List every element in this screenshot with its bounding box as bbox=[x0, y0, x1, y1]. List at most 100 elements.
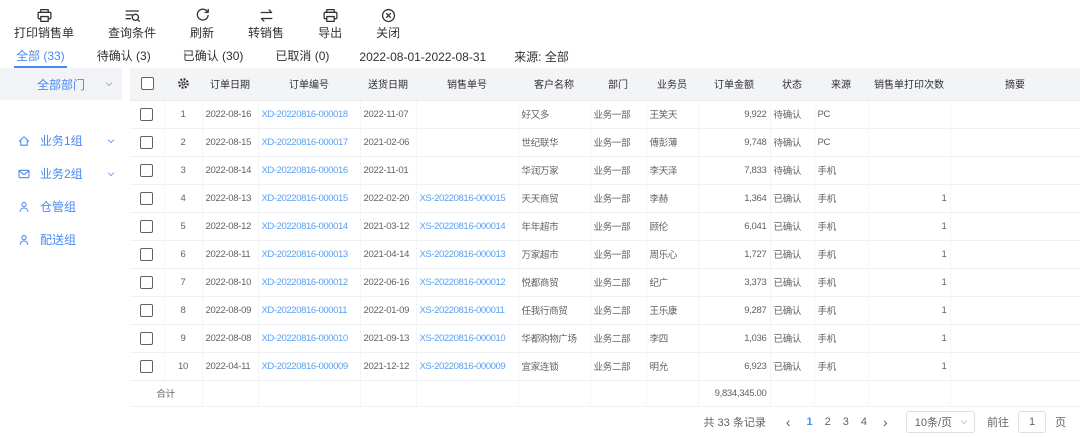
refresh-button[interactable]: 刷新 bbox=[190, 7, 214, 39]
tab-cancelled[interactable]: 已取消 (0) bbox=[273, 45, 331, 68]
order-no-link[interactable]: XD-20220816-000009 bbox=[262, 361, 348, 372]
order-no-link[interactable]: XD-20220816-000013 bbox=[262, 249, 348, 260]
order-no-link-cell: XD-20220816-000014 bbox=[258, 212, 360, 240]
page-size-select[interactable]: 10条/页 bbox=[906, 411, 975, 433]
sales-order-no-link[interactable]: XS-20220816-000012 bbox=[420, 277, 506, 288]
sidebar-item-delivery-group[interactable]: 配送组 bbox=[0, 223, 130, 256]
toolbar: 打印销售单查询条件 刷新 转销售 导出 关闭 bbox=[0, 0, 1080, 45]
summary-cell bbox=[950, 184, 1080, 212]
query-conditions-button[interactable]: 查询条件 bbox=[108, 7, 156, 39]
total-customer-name-cell bbox=[518, 380, 590, 406]
page-number-1[interactable]: 1 bbox=[807, 416, 813, 428]
sales-order-no-link[interactable]: XS-20220816-000015 bbox=[420, 193, 506, 204]
order-no-link[interactable]: XD-20220816-000017 bbox=[262, 137, 348, 148]
order-no-link[interactable]: XD-20220816-000016 bbox=[262, 165, 348, 176]
select-all-checkbox[interactable] bbox=[141, 77, 154, 90]
row-checkbox[interactable] bbox=[140, 248, 153, 261]
total-summary-cell bbox=[950, 380, 1080, 406]
page-numbers: 1234 bbox=[801, 416, 874, 428]
sales-order-no-link-cell bbox=[416, 100, 518, 128]
order-no-link-cell: XD-20220816-000009 bbox=[258, 352, 360, 380]
page-size-value: 10条/页 bbox=[915, 414, 952, 430]
total-salesperson-cell bbox=[646, 380, 698, 406]
row-checkbox[interactable] bbox=[140, 332, 153, 345]
close-circle-icon bbox=[380, 7, 397, 24]
orders-table: 订单日期订单编号送货日期销售单号客户名称部门业务员订单金额状态来源销售单打印次数… bbox=[130, 68, 1080, 407]
row-checkbox[interactable] bbox=[140, 220, 153, 233]
goto-unit: 页 bbox=[1055, 414, 1066, 430]
page-number-4[interactable]: 4 bbox=[861, 416, 867, 428]
print-count-cell: 1 bbox=[868, 352, 950, 380]
row-checkbox[interactable] bbox=[140, 360, 153, 373]
table-row: 62022-08-11XD-20220816-0000132021-04-14X… bbox=[130, 240, 1080, 268]
order-no-link[interactable]: XD-20220816-000014 bbox=[262, 221, 348, 232]
sales-order-no-link-cell: XS-20220816-000013 bbox=[416, 240, 518, 268]
order-no-link[interactable]: XD-20220816-000010 bbox=[262, 333, 348, 344]
row-number-cell: 8 bbox=[164, 296, 202, 324]
row-checkbox[interactable] bbox=[140, 276, 153, 289]
row-number-cell: 4 bbox=[164, 184, 202, 212]
tab-all[interactable]: 全部 (33) bbox=[14, 45, 67, 68]
salesperson-cell: 王笑天 bbox=[646, 100, 698, 128]
salesperson-cell: 李天泽 bbox=[646, 156, 698, 184]
delivery-date-cell: 2022-11-07 bbox=[360, 100, 416, 128]
status-cell: 已确认 bbox=[770, 352, 814, 380]
sales-order-no-link[interactable]: XS-20220816-000010 bbox=[420, 333, 506, 344]
customer-name-cell: 华润万家 bbox=[518, 156, 590, 184]
sales-order-no-link[interactable]: XS-20220816-000013 bbox=[420, 249, 506, 260]
page-number-2[interactable]: 2 bbox=[825, 416, 831, 428]
tab-confirmed[interactable]: 已确认 (30) bbox=[181, 45, 246, 68]
sidebar-item-business-group-1[interactable]: 业务1组 bbox=[0, 124, 130, 157]
transfer-to-sales-button[interactable]: 转销售 bbox=[248, 7, 284, 39]
table-row: 72022-08-10XD-20220816-0000122022-06-16X… bbox=[130, 268, 1080, 296]
order-no-link[interactable]: XD-20220816-000011 bbox=[262, 305, 348, 316]
sales-order-no-link-cell: XS-20220816-000015 bbox=[416, 184, 518, 212]
column-header-order-date: 订单日期 bbox=[202, 68, 258, 100]
row-checkbox-cell bbox=[130, 156, 164, 184]
print-sales-order-button[interactable]: 打印销售单 bbox=[14, 7, 74, 39]
column-settings-button[interactable] bbox=[176, 76, 191, 91]
export-button[interactable]: 导出 bbox=[318, 7, 342, 39]
column-header-department: 部门 bbox=[590, 68, 646, 100]
order-no-link[interactable]: XD-20220816-000012 bbox=[262, 277, 348, 288]
order-no-link[interactable]: XD-20220816-000018 bbox=[262, 109, 348, 120]
sidebar-item-warehouse-group[interactable]: 仓管组 bbox=[0, 190, 130, 223]
row-checkbox[interactable] bbox=[140, 164, 153, 177]
close-button[interactable]: 关闭 bbox=[376, 7, 400, 39]
row-checkbox-cell bbox=[130, 324, 164, 352]
department-sidebar: 全部部门 业务1组业务2组仓管组配送组 bbox=[0, 68, 130, 437]
sidebar-item-business-group-2[interactable]: 业务2组 bbox=[0, 157, 130, 190]
order-amount-cell: 1,036 bbox=[698, 324, 770, 352]
date-range-filter[interactable]: 2022-08-01-2022-08-31 bbox=[359, 50, 486, 64]
row-checkbox[interactable] bbox=[140, 192, 153, 205]
table-row: 22022-08-15XD-20220816-0000172021-02-06世… bbox=[130, 128, 1080, 156]
department-select[interactable]: 全部部门 bbox=[0, 68, 122, 100]
row-checkbox[interactable] bbox=[140, 108, 153, 121]
row-checkbox[interactable] bbox=[140, 136, 153, 149]
gear-icon bbox=[176, 76, 191, 91]
row-checkbox[interactable] bbox=[140, 304, 153, 317]
next-page-button[interactable]: › bbox=[877, 415, 894, 429]
table-header-row: 订单日期订单编号送货日期销售单号客户名称部门业务员订单金额状态来源销售单打印次数… bbox=[130, 68, 1080, 100]
printer-icon bbox=[36, 7, 53, 24]
summary-cell bbox=[950, 100, 1080, 128]
toolbar-button-label: 刷新 bbox=[190, 27, 214, 39]
source-filter[interactable]: 来源: 全部 bbox=[514, 48, 569, 65]
customer-name-cell: 任我行商贸 bbox=[518, 296, 590, 324]
customer-name-cell: 年年超市 bbox=[518, 212, 590, 240]
order-no-link[interactable]: XD-20220816-000015 bbox=[262, 193, 348, 204]
transfer-icon bbox=[258, 7, 275, 24]
sales-order-no-link[interactable]: XS-20220816-000009 bbox=[420, 361, 506, 372]
tab-pending-confirmation[interactable]: 待确认 (3) bbox=[95, 45, 153, 68]
department-cell: 业务一部 bbox=[590, 212, 646, 240]
print-count-cell bbox=[868, 128, 950, 156]
goto-page-input[interactable] bbox=[1018, 411, 1046, 433]
salesperson-cell: 李四 bbox=[646, 324, 698, 352]
row-number-cell: 5 bbox=[164, 212, 202, 240]
page-number-3[interactable]: 3 bbox=[843, 416, 849, 428]
print-count-cell bbox=[868, 100, 950, 128]
sales-order-no-link[interactable]: XS-20220816-000011 bbox=[420, 305, 505, 316]
toolbar-button-label: 查询条件 bbox=[108, 27, 156, 39]
sales-order-no-link[interactable]: XS-20220816-000014 bbox=[420, 221, 506, 232]
prev-page-button[interactable]: ‹ bbox=[780, 415, 797, 429]
